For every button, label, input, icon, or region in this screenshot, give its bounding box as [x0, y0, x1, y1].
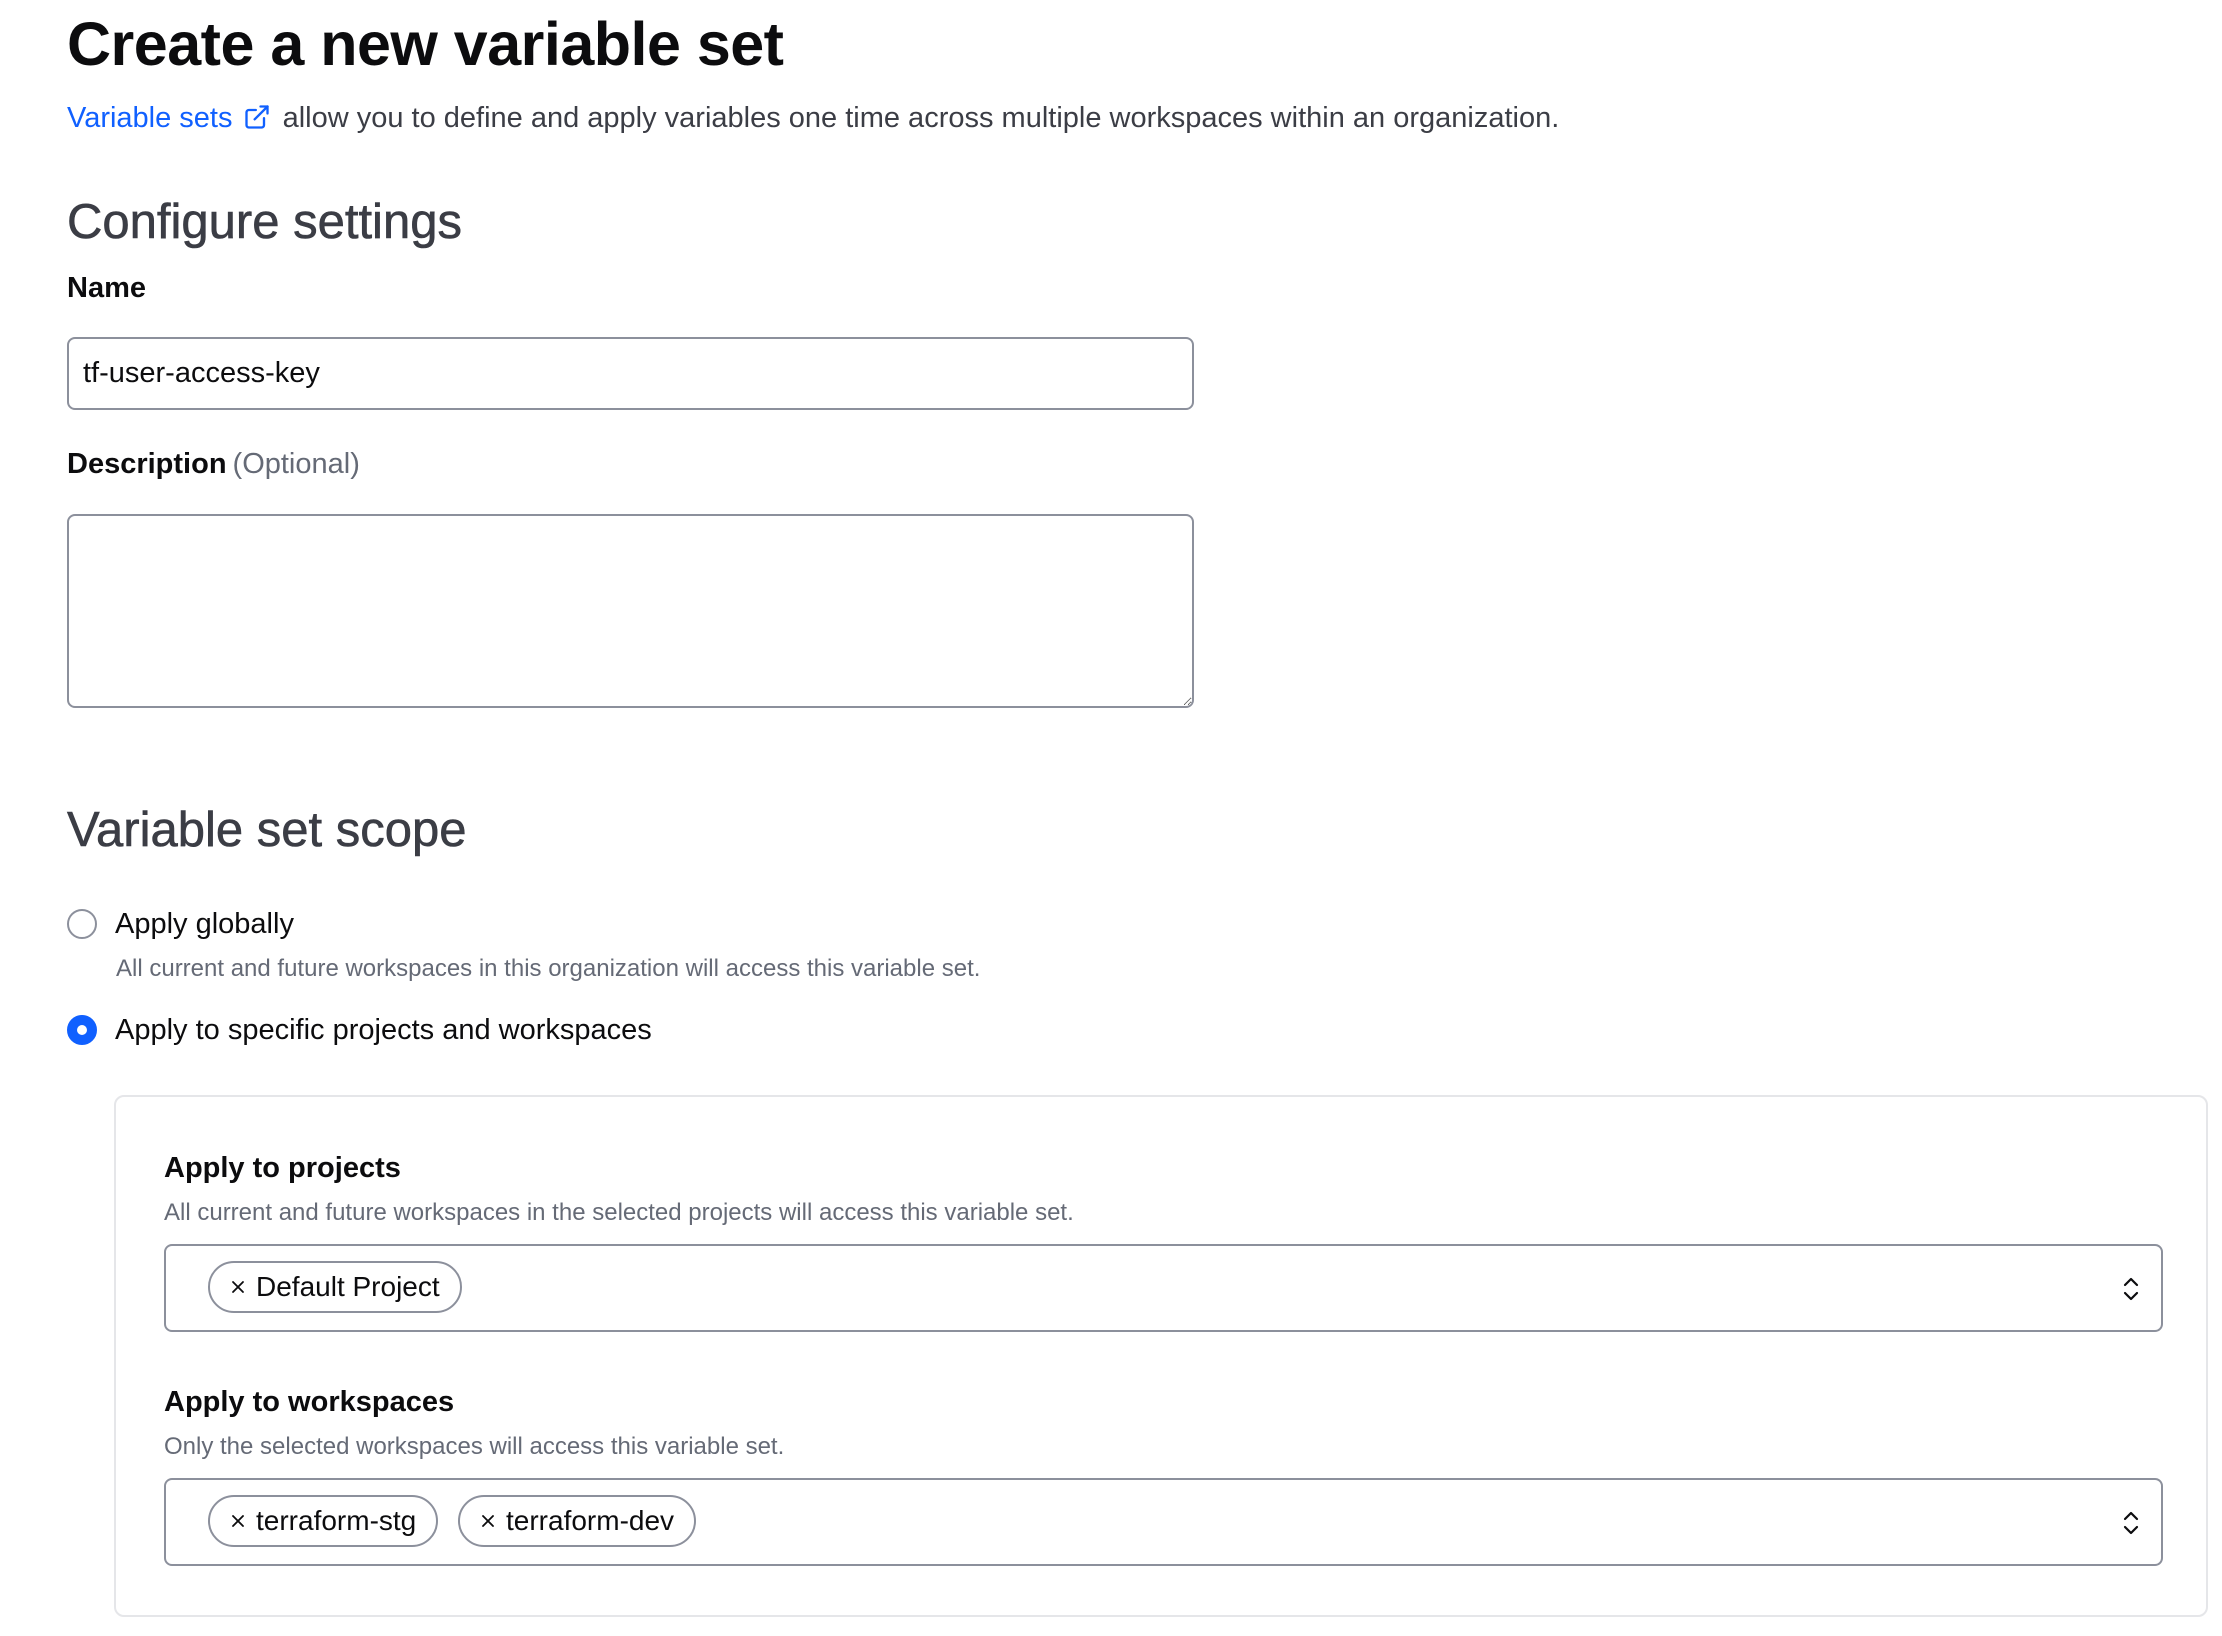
workspace-chip-label: terraform-stg — [256, 1505, 417, 1536]
description-label-text: Description — [67, 448, 227, 480]
chevron-up-down-icon[interactable] — [2121, 1508, 2141, 1538]
chevron-up-down-icon[interactable] — [2121, 1274, 2141, 1304]
optional-tag: (Optional) — [232, 448, 360, 480]
variable-set-scope-heading: Variable set scope — [67, 803, 467, 858]
radio-apply-globally-input[interactable] — [67, 909, 97, 939]
close-icon[interactable] — [480, 1513, 496, 1529]
apply-globally-help: All current and future workspaces in thi… — [116, 955, 981, 982]
create-variable-set-page: Create a new variable set Variable sets … — [0, 0, 2222, 1636]
apply-to-workspaces-help: Only the selected workspaces will access… — [164, 1433, 785, 1460]
workspace-chip[interactable]: terraform-dev — [458, 1495, 697, 1547]
page-title: Create a new variable set — [67, 10, 784, 78]
external-link-icon[interactable] — [243, 103, 271, 131]
workspace-chip[interactable]: terraform-stg — [208, 1495, 439, 1547]
name-input[interactable] — [67, 337, 1194, 410]
workspace-chip-label: terraform-dev — [506, 1505, 675, 1536]
apply-to-projects-label: Apply to projects — [164, 1152, 401, 1184]
project-chip-label: Default Project — [256, 1271, 440, 1302]
variable-sets-link[interactable]: Variable sets — [67, 102, 233, 134]
description-label: Description (Optional) — [67, 444, 360, 484]
radio-apply-specific[interactable]: Apply to specific projects and workspace… — [67, 1012, 652, 1048]
radio-apply-specific-label[interactable]: Apply to specific projects and workspace… — [115, 1012, 652, 1048]
apply-to-workspaces-label: Apply to workspaces — [164, 1386, 455, 1418]
close-icon[interactable] — [230, 1279, 246, 1295]
radio-apply-specific-input[interactable] — [67, 1015, 97, 1045]
workspaces-select[interactable]: terraform-stg terraform-dev — [164, 1478, 2163, 1566]
intro-description: allow you to define and apply variables … — [282, 102, 1560, 134]
project-chip[interactable]: Default Project — [208, 1261, 462, 1313]
radio-apply-globally[interactable]: Apply globally — [67, 906, 294, 942]
close-icon[interactable] — [230, 1513, 246, 1529]
name-label: Name — [67, 272, 146, 304]
projects-select[interactable]: Default Project — [164, 1244, 2163, 1332]
radio-apply-globally-label[interactable]: Apply globally — [115, 906, 294, 942]
configure-settings-heading: Configure settings — [67, 195, 463, 250]
apply-to-projects-help: All current and future workspaces in the… — [164, 1199, 1074, 1226]
description-textarea[interactable] — [67, 514, 1194, 708]
intro-text: Variable sets allow you to define and ap… — [67, 96, 1559, 140]
